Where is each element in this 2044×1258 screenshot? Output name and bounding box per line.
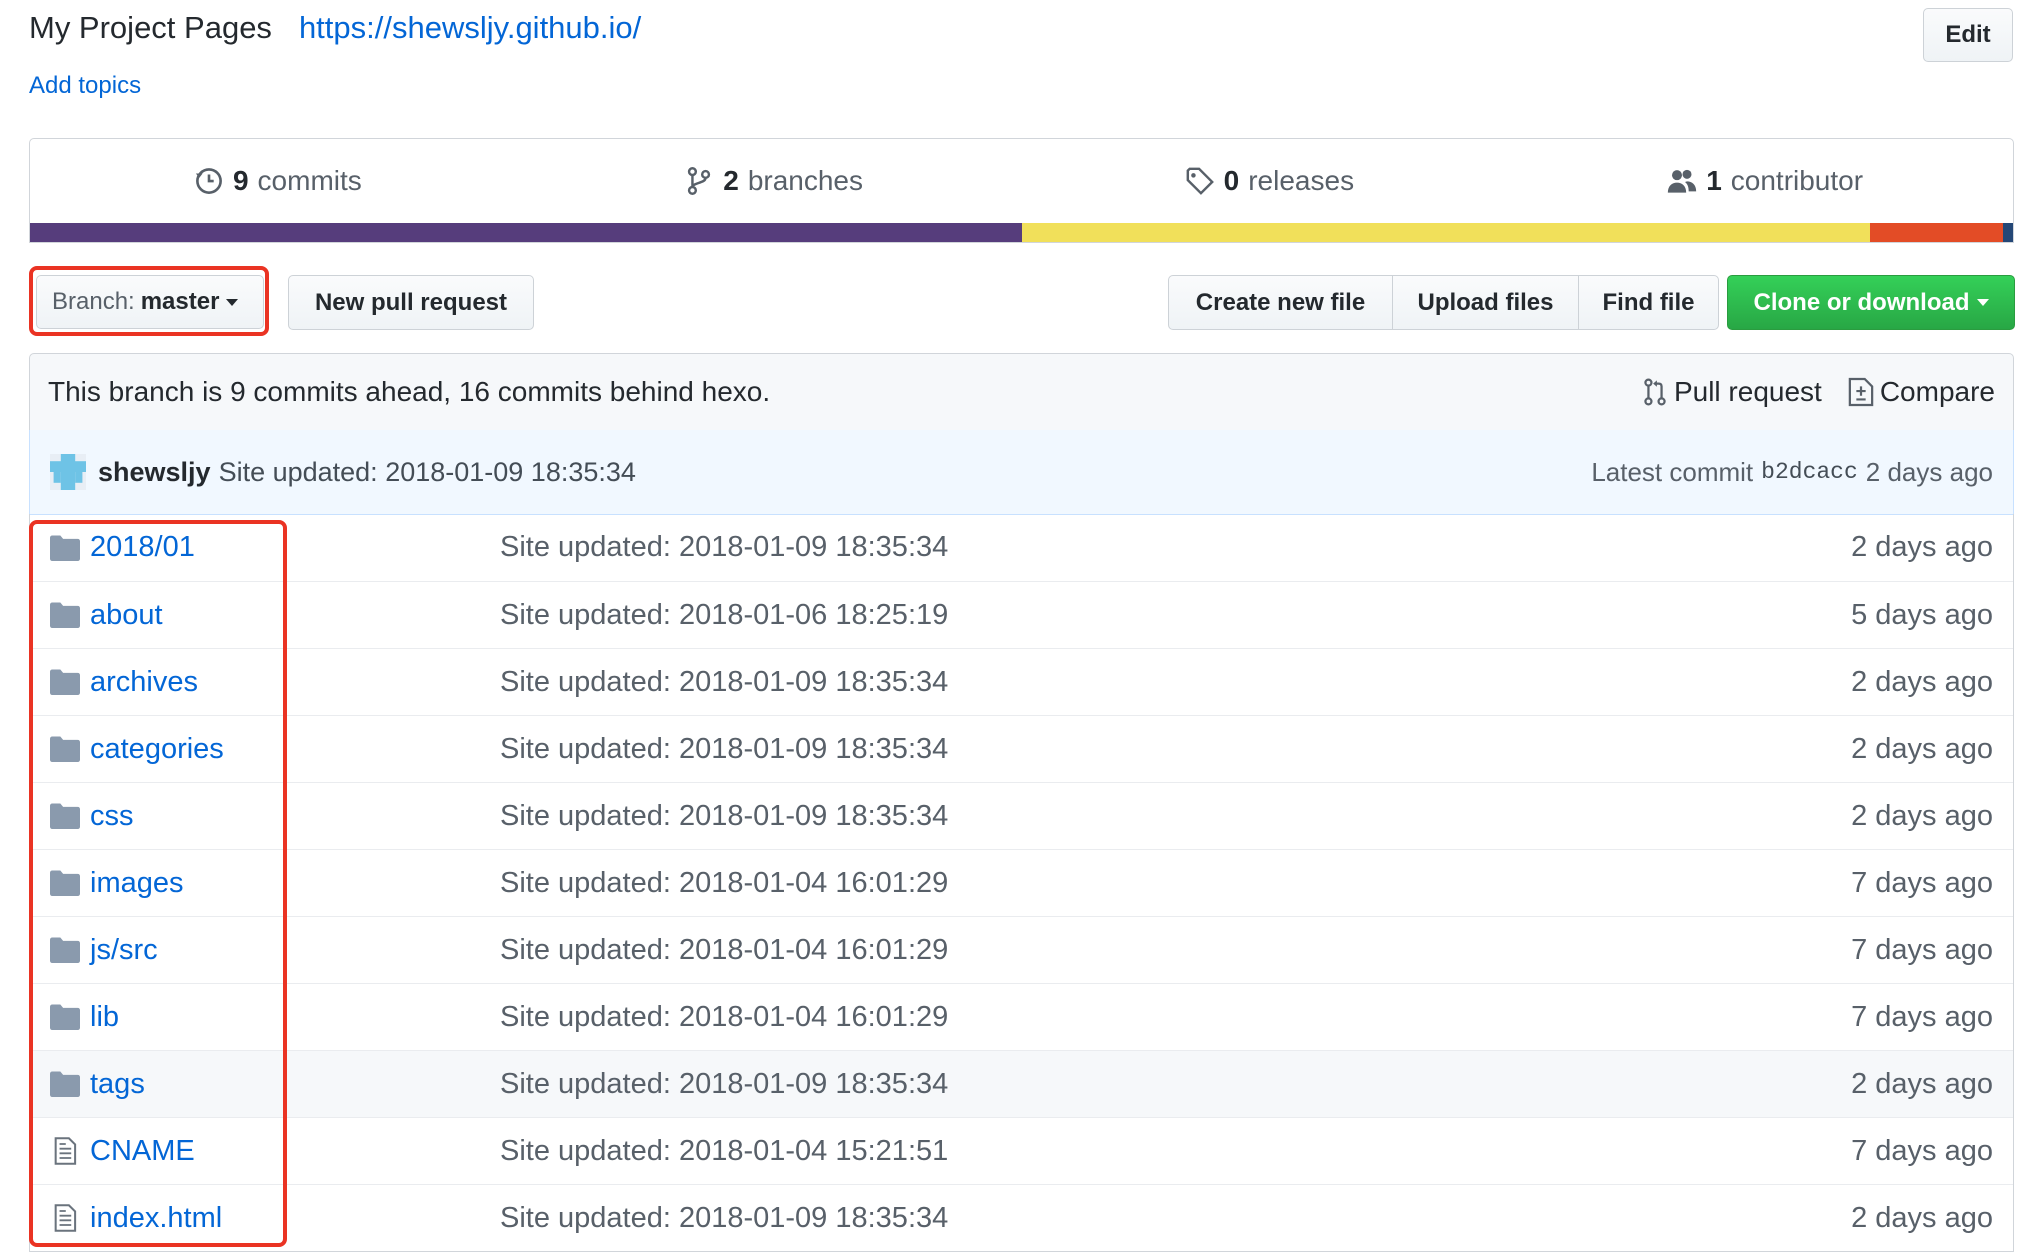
contributors-count: 1 [1706, 165, 1722, 196]
pull-request-label: Pull request [1673, 376, 1822, 407]
file-row[interactable]: archives Site updated: 2018-01-09 18:35:3… [30, 648, 2013, 715]
language-segment[interactable] [30, 223, 1022, 242]
file-commit-message[interactable]: Site updated: 2018-01-09 18:35:34 [500, 1068, 1851, 1101]
repo-header: My Project Pages https://shewsljy.github… [29, 10, 641, 46]
file-row[interactable]: js/src Site updated: 2018-01-04 16:01:29 7… [30, 916, 2013, 983]
tag-icon [1186, 167, 1214, 195]
file-age: 7 days ago [1851, 1134, 1993, 1167]
file-actions-group: Create new file Upload files Find file [1168, 275, 1719, 330]
git-branch-icon [688, 167, 711, 195]
file-commit-message[interactable]: Site updated: 2018-01-09 18:35:34 [500, 733, 1851, 766]
file-age: 2 days ago [1851, 1067, 1993, 1100]
file-age: 2 days ago [1851, 732, 1993, 765]
file-row[interactable]: categories Site updated: 2018-01-09 18:35… [30, 715, 2013, 782]
releases-count: 0 [1223, 165, 1240, 196]
commits-count: 9 [232, 165, 249, 196]
commit-age: 2 days ago [1865, 456, 1993, 487]
file-row[interactable]: index.html Site updated: 2018-01-09 18:35… [30, 1184, 2013, 1251]
new-pull-request-button[interactable]: New pull request [288, 275, 534, 330]
add-topics-link[interactable]: Add topics [29, 72, 141, 100]
commit-message-link[interactable]: Site updated: 2018-01-09 18:35:34 [219, 457, 1592, 488]
compare-link[interactable]: Compare [1848, 376, 1995, 408]
latest-commit-bar: shewsljy Site updated: 2018-01-09 18:35:… [29, 430, 2014, 515]
releases-label: releases [1248, 165, 1355, 196]
file-age: 7 days ago [1851, 933, 1993, 966]
file-age: 5 days ago [1851, 598, 1993, 631]
file-age: 2 days ago [1851, 1201, 1993, 1234]
file-row[interactable]: css Site updated: 2018-01-09 18:35:34 2 da… [30, 782, 2013, 849]
upload-files-button[interactable]: Upload files [1391, 275, 1580, 330]
file-row[interactable]: CNAME Site updated: 2018-01-04 15:21:51 7 … [30, 1117, 2013, 1184]
file-commit-message[interactable]: Site updated: 2018-01-09 18:35:34 [500, 1202, 1851, 1235]
avatar[interactable] [50, 454, 86, 490]
commit-author-link[interactable]: shewsljy [98, 457, 211, 488]
language-segment[interactable] [1021, 223, 1871, 242]
clone-or-download-button[interactable]: Clone or download [1727, 275, 2015, 330]
file-commit-message[interactable]: Site updated: 2018-01-04 16:01:29 [500, 867, 1851, 900]
file-age: 2 days ago [1851, 799, 1993, 832]
branches-link[interactable]: 2 branches [526, 165, 1022, 197]
latest-commit-label: Latest commit [1591, 456, 1754, 487]
repo-homepage-link[interactable]: https://shewsljy.github.io/ [299, 10, 641, 46]
file-commit-message[interactable]: Site updated: 2018-01-09 18:35:34 [500, 800, 1851, 833]
history-icon [195, 168, 222, 194]
create-new-file-button[interactable]: Create new file [1168, 275, 1393, 330]
pull-request-link[interactable]: Pull request [1642, 376, 1822, 408]
file-age: 2 days ago [1851, 665, 1993, 698]
people-icon [1668, 169, 1697, 193]
commit-sha-link[interactable]: b2dcacc [1761, 459, 1858, 485]
compare-label: Compare [1879, 376, 1995, 407]
file-commit-message[interactable]: Site updated: 2018-01-04 16:01:29 [500, 1001, 1851, 1034]
branches-label: branches [747, 165, 863, 196]
file-age: 7 days ago [1851, 866, 1993, 899]
find-file-button[interactable]: Find file [1578, 275, 1719, 330]
file-commit-message[interactable]: Site updated: 2018-01-06 18:25:19 [500, 599, 1851, 632]
contributors-link[interactable]: 1 contributor [1517, 165, 2013, 197]
file-row[interactable]: images Site updated: 2018-01-04 16:01:29 7… [30, 849, 2013, 916]
file-row[interactable]: about Site updated: 2018-01-06 18:25:19 5 … [30, 581, 2013, 648]
file-age: 2 days ago [1851, 531, 1993, 563]
commits-link[interactable]: 9 commits [30, 165, 526, 197]
highlight-box-files [29, 520, 287, 1247]
language-segment[interactable] [2003, 223, 2013, 242]
file-row[interactable]: 2018/01 Site updated: 2018-01-09 18:35:34… [30, 514, 2013, 581]
contributors-label: contributor [1730, 165, 1864, 196]
branch-status-bar: This branch is 9 commits ahead, 16 commi… [29, 353, 2014, 431]
file-commit-message[interactable]: Site updated: 2018-01-04 15:21:51 [500, 1135, 1851, 1168]
file-age: 7 days ago [1851, 1000, 1993, 1033]
file-commit-message[interactable]: Site updated: 2018-01-09 18:35:34 [500, 666, 1851, 699]
language-bar[interactable] [30, 223, 2013, 242]
clone-or-download-label: Clone or download [1753, 288, 1970, 316]
numbers-summary: 9 commits 2 branches 0 releases 1 contri… [29, 138, 2014, 243]
file-row[interactable]: lib Site updated: 2018-01-04 16:01:29 7 da… [30, 983, 2013, 1050]
commits-label: commits [257, 165, 362, 196]
repo-description: My Project Pages [29, 10, 272, 45]
file-commit-message[interactable]: Site updated: 2018-01-09 18:35:34 [500, 531, 1851, 564]
highlight-box-branch [29, 266, 269, 336]
branches-count: 2 [723, 165, 739, 196]
diff-icon [1848, 377, 1874, 407]
file-list: 2018/01 Site updated: 2018-01-09 18:35:34… [29, 514, 2014, 1252]
pull-request-icon [1644, 378, 1666, 406]
file-row[interactable]: tags Site updated: 2018-01-09 18:35:34 2 d… [30, 1050, 2013, 1117]
language-segment[interactable] [1870, 223, 2004, 242]
file-commit-message[interactable]: Site updated: 2018-01-04 16:01:29 [500, 934, 1851, 967]
branch-status-message: This branch is 9 commits ahead, 16 commi… [48, 376, 771, 407]
chevron-down-icon [1976, 299, 1989, 306]
releases-link[interactable]: 0 releases [1022, 165, 1518, 197]
edit-button[interactable]: Edit [1923, 8, 2013, 62]
